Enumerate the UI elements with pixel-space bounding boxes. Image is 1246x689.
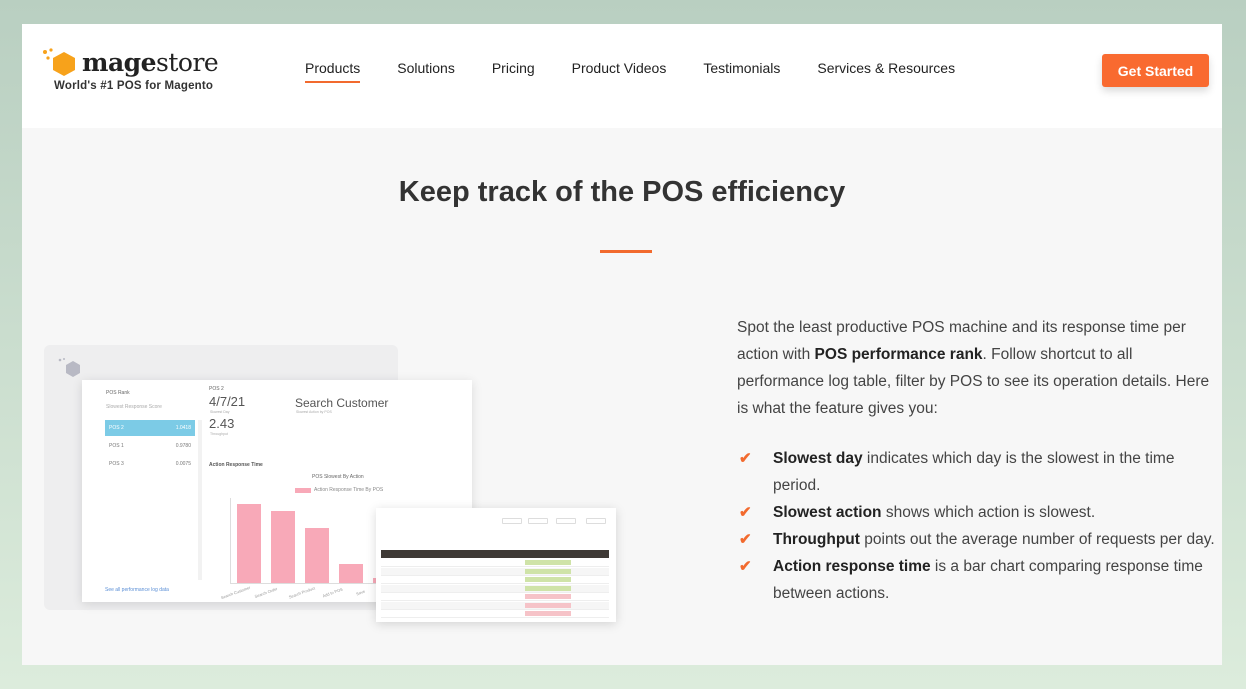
check-icon: ✔	[739, 558, 752, 575]
page: magestore World's #1 POS for Magento Pro…	[22, 24, 1222, 665]
performance-status-pill	[525, 560, 571, 565]
throughput-value: 2.43	[209, 416, 235, 431]
logo-hex-icon	[43, 48, 75, 76]
nav-testimonials[interactable]: Testimonials	[703, 60, 780, 83]
pos-rank-row[interactable]: POS 3 0.0075	[105, 456, 195, 472]
chart-bar	[305, 527, 329, 583]
section-description: Spot the least productive POS machine an…	[737, 319, 1210, 417]
table-row[interactable]	[381, 576, 609, 584]
table-row[interactable]	[381, 593, 609, 601]
table-header	[381, 550, 609, 558]
performance-status-pill	[525, 568, 571, 574]
chart-caption: POS Slowest By Action	[312, 474, 364, 480]
table-row[interactable]	[381, 559, 609, 567]
performance-status-pill	[525, 577, 571, 582]
export-button[interactable]	[586, 518, 606, 524]
get-started-button[interactable]: Get Started	[1102, 54, 1209, 87]
header: magestore World's #1 POS for Magento Pro…	[22, 24, 1222, 128]
performance-status-pill	[525, 602, 571, 608]
section-title: Keep track of the POS efficiency	[398, 176, 846, 208]
check-icon: ✔	[739, 450, 752, 467]
pos-rank-row[interactable]: POS 1 0.9780	[105, 438, 195, 454]
slowest-action-value: Search Customer	[295, 396, 389, 410]
nav-solutions[interactable]: Solutions	[397, 60, 455, 83]
title-divider	[600, 250, 652, 253]
feature-item: ✔ Slowest day indicates which day is the …	[737, 445, 1217, 499]
table-row[interactable]	[381, 610, 609, 618]
check-icon: ✔	[739, 531, 752, 548]
table-row[interactable]	[381, 584, 609, 593]
view-button[interactable]	[556, 518, 576, 524]
feature-list: ✔ Slowest day indicates which day is the …	[737, 445, 1217, 607]
selected-pos-label: POS 2	[209, 386, 224, 392]
pos-rank-row[interactable]: POS 2 1.0418	[105, 420, 195, 436]
chart-x-label: Add to POS	[321, 586, 344, 599]
slowest-action-label: Slowest Action by POS	[296, 410, 332, 414]
nav-services-resources[interactable]: Services & Resources	[817, 60, 955, 83]
nav-products[interactable]: Products	[305, 60, 361, 83]
performance-log-table	[376, 508, 616, 622]
mockup-logo-icon	[58, 358, 80, 377]
nav-product-videos[interactable]: Product Videos	[572, 60, 667, 83]
feature-item: ✔ Throughput points out the average numbe…	[737, 526, 1217, 553]
filter-button[interactable]	[502, 518, 522, 524]
feature-item: ✔ Slowest action shows which action is sl…	[737, 499, 1217, 526]
chart-bar	[271, 510, 295, 583]
check-icon: ✔	[739, 504, 752, 521]
chart-x-label: Save	[355, 588, 366, 597]
slowest-day-value: 4/7/21	[209, 394, 246, 409]
columns-button[interactable]	[528, 518, 548, 524]
rank-scrollbar[interactable]	[198, 420, 202, 580]
slowest-day-label: Slowest Day	[210, 410, 230, 414]
performance-status-pill	[525, 594, 571, 599]
legend-swatch	[295, 487, 311, 493]
chart-x-label: Search Customer	[220, 584, 252, 601]
chart-x-label: Search Product	[287, 585, 316, 600]
main-nav: Products Solutions Pricing Product Video…	[305, 60, 955, 83]
chart-legend: Action Response Time By POS	[295, 487, 383, 493]
nav-pricing[interactable]: Pricing	[492, 60, 535, 83]
pos-rank-subtitle: Slowest Response Score	[106, 404, 162, 410]
chart-title: Action Response Time	[209, 462, 263, 468]
table-row[interactable]	[381, 601, 609, 610]
chart-bar	[237, 503, 261, 583]
throughput-label: Throughput	[210, 432, 228, 436]
logo-tagline: World's #1 POS for Magento	[54, 80, 214, 92]
feature-item: ✔ Action response time is a bar chart com…	[737, 553, 1217, 607]
performance-log-link[interactable]: See all performance log data	[105, 587, 169, 593]
chart-bar	[339, 564, 363, 583]
chart-x-label: Search Order	[253, 586, 279, 599]
performance-status-pill	[525, 611, 571, 616]
table-row[interactable]	[381, 567, 609, 576]
logo-wordmark: magestore	[82, 48, 219, 77]
performance-status-pill	[525, 585, 571, 591]
pos-rank-title: POS Rank	[106, 390, 130, 396]
